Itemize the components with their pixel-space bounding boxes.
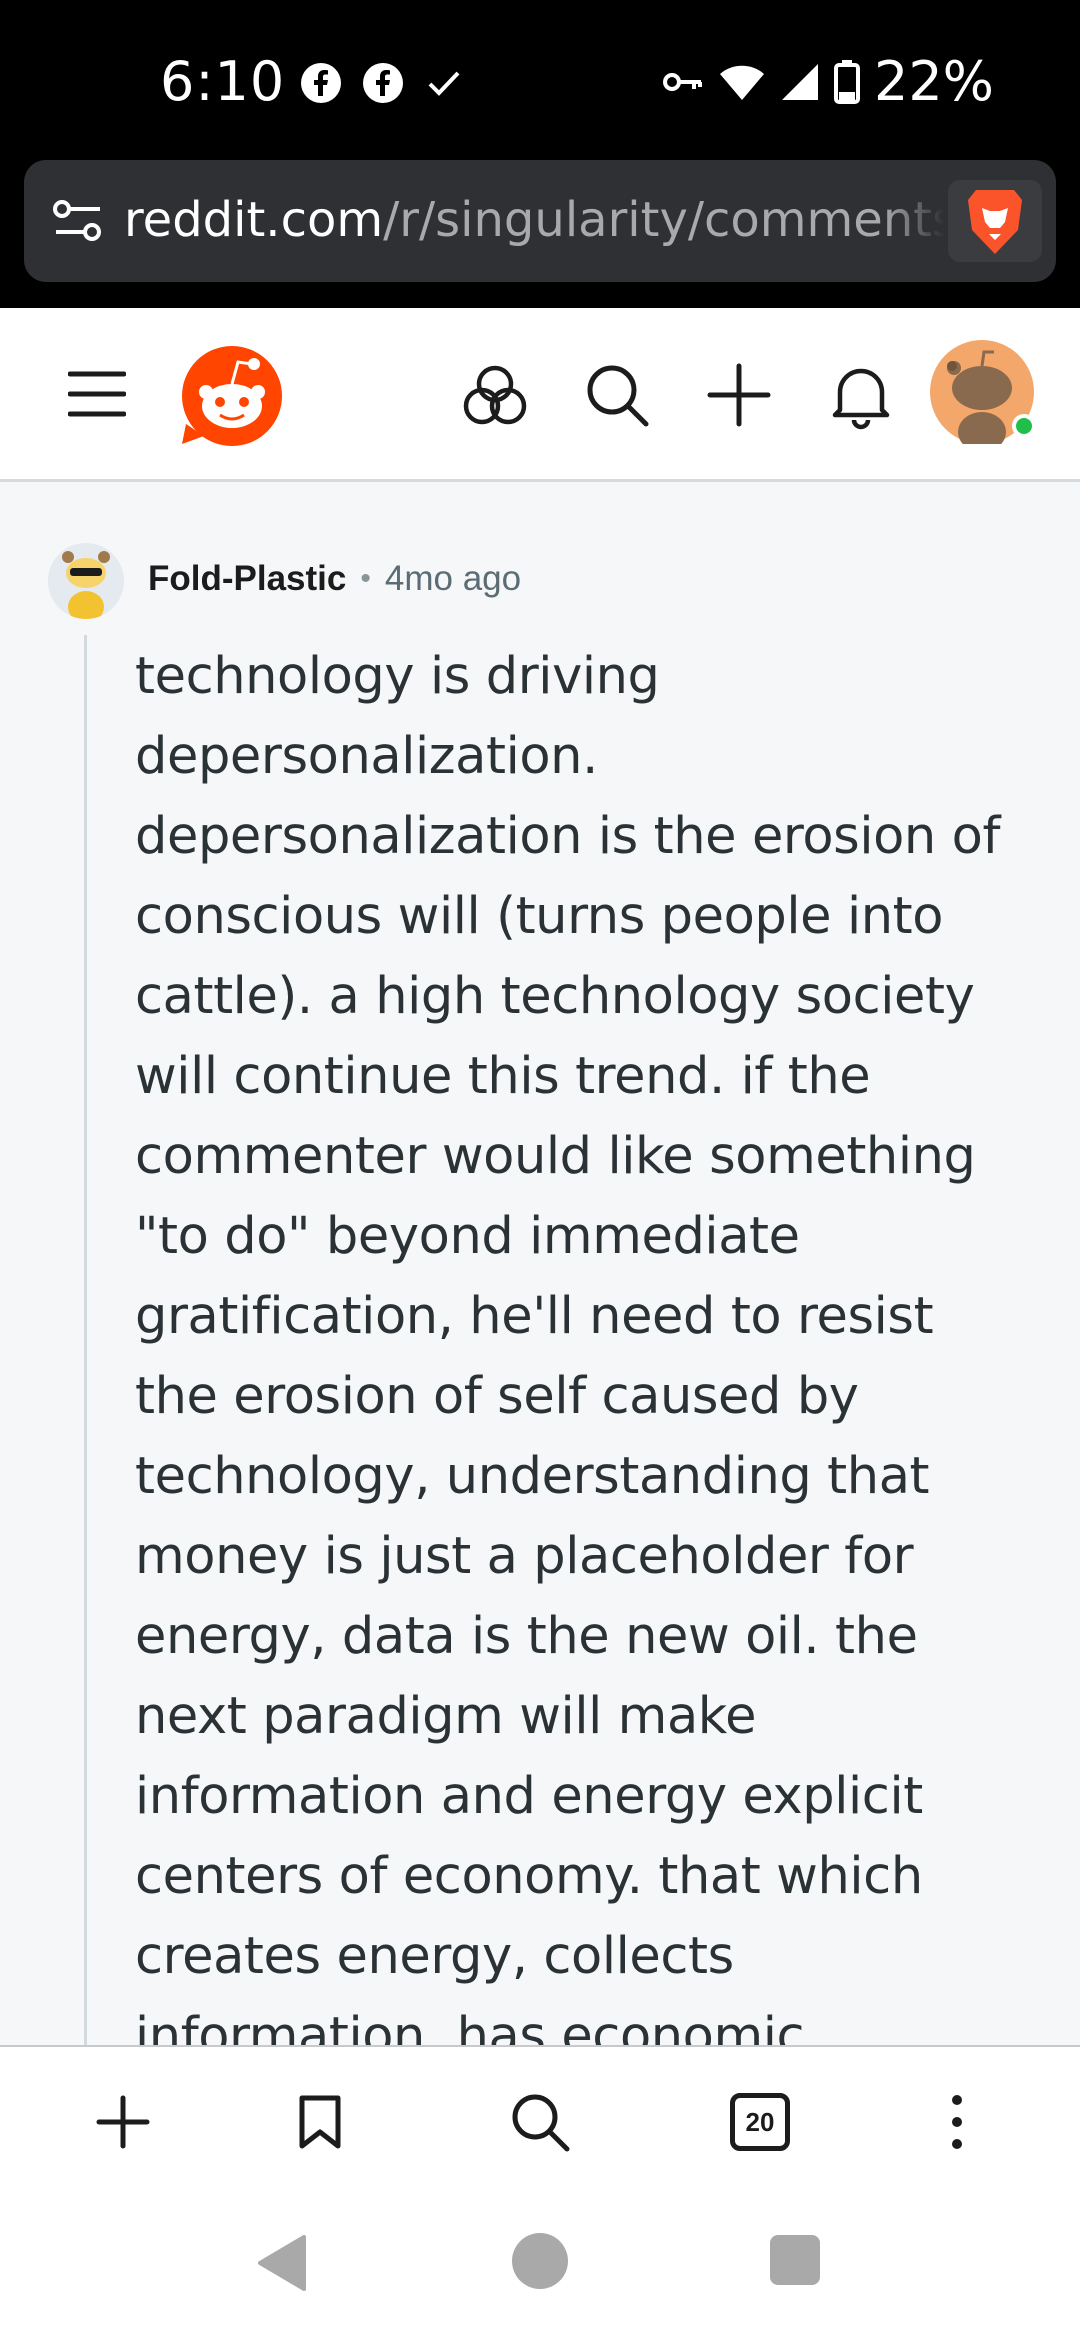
new-tab-icon	[96, 2095, 150, 2149]
reddit-logo[interactable]	[180, 344, 284, 448]
notifications-icon[interactable]	[826, 360, 896, 430]
comment-time: 4mo ago	[384, 559, 522, 598]
battery-percent: 22%	[873, 50, 994, 113]
url-path: /r/singularity/comments	[383, 192, 944, 248]
system-navigation-bar	[0, 2195, 1080, 2340]
site-settings-icon[interactable]	[52, 198, 104, 244]
url-domain: reddit.com	[124, 192, 384, 248]
commenter-snoo-icon	[62, 551, 110, 619]
system-icons: 22%	[662, 50, 994, 113]
status-time: 6:10	[160, 50, 286, 113]
battery-icon	[833, 59, 860, 104]
browser-toolbar: reddit.com/r/singularity/comments	[0, 160, 1080, 308]
brave-shields-icon[interactable]	[948, 180, 1042, 262]
signal-icon	[781, 63, 818, 100]
status-bar: 6:10 22%	[0, 0, 1080, 160]
back-icon[interactable]	[256, 2235, 306, 2291]
reddit-header	[0, 308, 1080, 482]
comment-body: technology is driving depersonalization.…	[135, 647, 1001, 2045]
brave-lion-icon	[968, 190, 1022, 254]
search-button[interactable]	[505, 2087, 575, 2157]
check-icon	[428, 71, 460, 96]
vpn-key-icon	[662, 72, 702, 91]
recents-icon[interactable]	[770, 2235, 820, 2285]
url-fade	[884, 170, 944, 270]
bookmark-button[interactable]	[285, 2087, 355, 2157]
online-indicator	[1012, 414, 1036, 438]
thread-line[interactable]	[84, 635, 87, 2045]
tabs-icon: 20	[730, 2093, 790, 2151]
comment-thread: Fold-Plastic • 4mo ago technology is dri…	[0, 485, 1080, 2045]
home-icon[interactable]	[512, 2233, 568, 2289]
url-bar[interactable]: reddit.com/r/singularity/comments	[24, 160, 1056, 282]
facebook-icon	[363, 63, 403, 103]
bookmark-icon	[299, 2095, 341, 2149]
more-menu-button[interactable]	[922, 2087, 992, 2157]
create-post-icon[interactable]	[704, 360, 774, 430]
commenter-avatar[interactable]	[48, 543, 124, 619]
tabs-button[interactable]: 20	[725, 2087, 795, 2157]
new-tab-button[interactable]	[88, 2087, 158, 2157]
notification-icons	[300, 62, 464, 104]
browser-bottom-toolbar: 20	[0, 2045, 1080, 2195]
search-icon[interactable]	[582, 360, 652, 430]
comment-author[interactable]: Fold-Plastic	[148, 559, 346, 599]
comment-meta: Fold-Plastic • 4mo ago	[148, 559, 521, 599]
search-icon	[512, 2094, 570, 2152]
answers-icon[interactable]	[460, 360, 530, 430]
url-text[interactable]: reddit.com/r/singularity/comments	[124, 192, 944, 252]
facebook-icon	[301, 63, 341, 103]
user-avatar[interactable]	[930, 340, 1036, 452]
wifi-icon	[719, 65, 764, 100]
meta-separator: •	[360, 562, 371, 595]
menu-icon[interactable]	[68, 370, 126, 418]
more-icon	[952, 2095, 962, 2149]
